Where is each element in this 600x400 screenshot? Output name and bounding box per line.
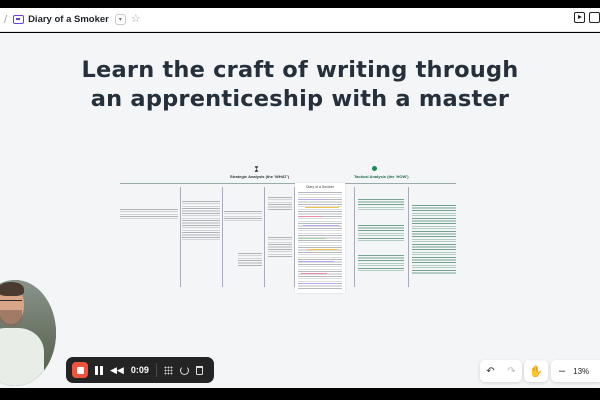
header-rule bbox=[120, 183, 456, 184]
zoom-out-button[interactable]: – bbox=[559, 365, 565, 377]
column-divider bbox=[264, 187, 265, 287]
strategic-note bbox=[120, 209, 178, 219]
zoom-level[interactable]: 13% bbox=[573, 367, 589, 376]
top-bar: / Diary of a Smoker ▾ ☆ bbox=[0, 8, 600, 32]
highlight bbox=[298, 261, 334, 263]
highlight bbox=[298, 283, 336, 285]
highlight bbox=[307, 249, 337, 251]
tactical-note bbox=[412, 205, 456, 275]
tactical-note bbox=[358, 199, 404, 211]
stop-recording-button[interactable] bbox=[72, 362, 88, 378]
headline-line-2: an apprenticeship with a master bbox=[90, 86, 510, 112]
hourglass-icon bbox=[254, 166, 259, 172]
column-divider bbox=[180, 187, 181, 287]
board-headline: Learn the craft of writing through an ap… bbox=[0, 56, 600, 114]
undo-icon[interactable]: ↶ bbox=[486, 366, 494, 377]
headline-line-1: Learn the craft of writing through bbox=[81, 57, 519, 83]
webcam-beard bbox=[0, 310, 22, 326]
highlight bbox=[305, 207, 339, 209]
recording-toolbar: ◀◀ 0:09 bbox=[66, 357, 214, 383]
tactical-note bbox=[358, 255, 404, 271]
zoom-controls: – 13% bbox=[551, 360, 600, 382]
undo-redo-panel: ↶ ↷ bbox=[480, 360, 522, 382]
strategic-note bbox=[182, 201, 220, 241]
column-divider bbox=[354, 187, 355, 287]
webcam-shirt bbox=[0, 328, 44, 386]
margin-note bbox=[268, 197, 292, 211]
analysis-board[interactable]: Strategic Analysis (the 'WHAT') Tactical… bbox=[118, 163, 458, 293]
chat-icon bbox=[372, 166, 377, 171]
share-icon[interactable] bbox=[589, 12, 600, 23]
top-right-actions bbox=[574, 12, 600, 23]
star-icon[interactable]: ☆ bbox=[131, 14, 141, 25]
trash-icon[interactable] bbox=[195, 365, 203, 375]
highlight bbox=[301, 273, 327, 275]
webcam-hair bbox=[0, 282, 24, 296]
breadcrumb-separator: / bbox=[4, 13, 8, 26]
tactical-note bbox=[358, 225, 404, 241]
present-icon[interactable] bbox=[574, 12, 585, 23]
highlight bbox=[303, 225, 339, 227]
margin-note bbox=[268, 237, 292, 257]
webcam-bubble[interactable] bbox=[0, 280, 56, 386]
essay-page-title: Diary of a Smoker bbox=[305, 185, 334, 189]
redo-icon[interactable]: ↷ bbox=[507, 366, 515, 377]
restart-icon[interactable] bbox=[179, 365, 189, 375]
tactical-analysis-heading: Tactical Analysis (the 'HOW') bbox=[354, 174, 409, 179]
webcam-glasses bbox=[0, 300, 22, 305]
doc-menu-chevron-down-icon[interactable]: ▾ bbox=[114, 14, 126, 25]
strategic-note bbox=[224, 211, 262, 221]
pause-icon[interactable] bbox=[95, 365, 103, 375]
essay-page[interactable]: Diary of a Smoker bbox=[295, 183, 345, 293]
highlight bbox=[298, 199, 328, 201]
doc-title[interactable]: Diary of a Smoker bbox=[28, 14, 109, 25]
strategic-note bbox=[238, 253, 262, 267]
column-divider bbox=[222, 187, 223, 287]
rewind-icon[interactable]: ◀◀ bbox=[110, 365, 124, 375]
grid-icon[interactable] bbox=[163, 365, 173, 375]
highlight bbox=[298, 238, 326, 240]
hand-icon: ✋ bbox=[529, 365, 543, 378]
toolbar-divider bbox=[155, 363, 157, 377]
strategic-analysis-heading: Strategic Analysis (the 'WHAT') bbox=[230, 174, 290, 179]
board-icon bbox=[13, 15, 25, 24]
column-divider bbox=[408, 187, 409, 287]
recording-timer: 0:09 bbox=[130, 365, 149, 375]
hand-tool-button[interactable]: ✋ bbox=[524, 360, 548, 382]
highlight bbox=[298, 216, 322, 218]
